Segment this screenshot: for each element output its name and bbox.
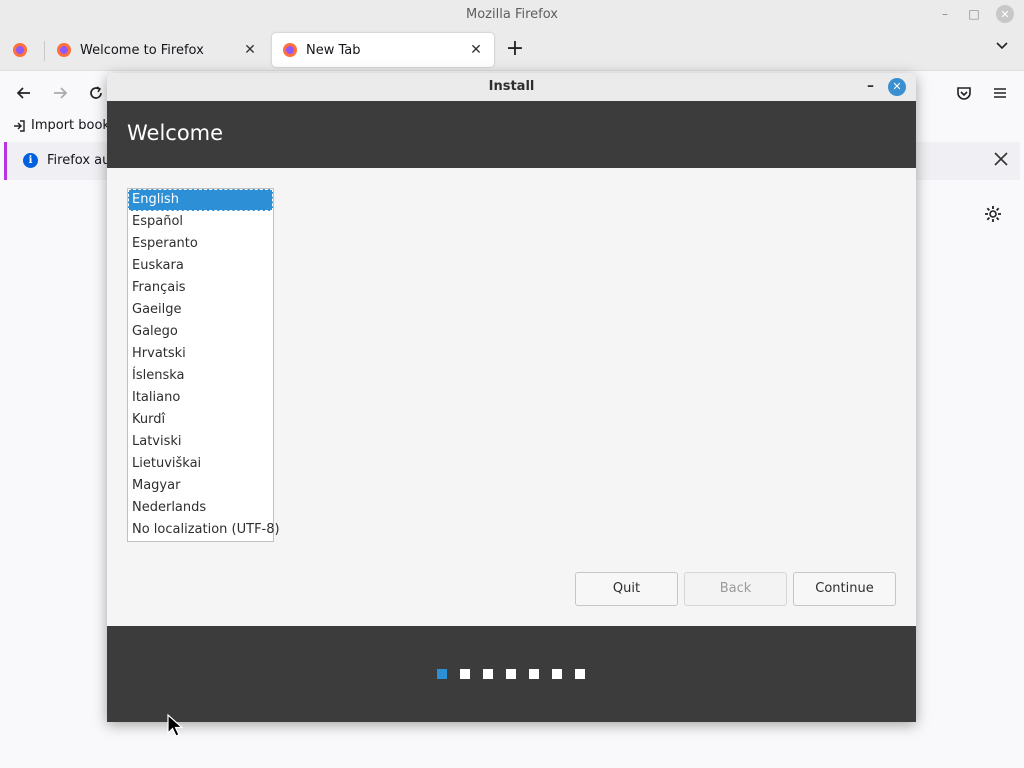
language-item[interactable]: Latviski: [128, 431, 273, 453]
maximize-button[interactable]: □: [965, 5, 983, 23]
language-item[interactable]: Español: [128, 211, 273, 233]
pocket-button[interactable]: [952, 81, 976, 105]
firefox-icon: [13, 43, 27, 57]
back-nav-button[interactable]: [12, 81, 36, 105]
window-title: Mozilla Firefox: [466, 7, 558, 22]
dialog-minimize-button[interactable]: –: [867, 73, 874, 101]
dialog-header: Welcome: [107, 101, 916, 168]
reload-button[interactable]: [84, 81, 108, 105]
close-tab-icon[interactable]: ✕: [242, 42, 258, 58]
language-list[interactable]: English Español Esperanto Euskara Français Ga…: [127, 188, 280, 542]
new-tab-button[interactable]: +: [502, 37, 528, 63]
hamburger-menu-icon: [994, 88, 1006, 98]
close-tab-icon[interactable]: ✕: [468, 42, 484, 58]
close-icon: [994, 152, 1008, 166]
tab-label: New Tab: [306, 42, 361, 58]
language-item[interactable]: Lietuviškai: [128, 453, 273, 475]
language-item[interactable]: No localization (UTF-8): [128, 519, 280, 541]
progress-step-dot: [552, 669, 562, 679]
firefox-icon: [283, 43, 297, 57]
language-item[interactable]: Kurdî: [128, 409, 273, 431]
progress-step-dot: [460, 669, 470, 679]
import-bookmarks-label: Import book: [31, 118, 110, 133]
forward-nav-button[interactable]: [48, 81, 72, 105]
dialog-title: Install: [488, 79, 535, 94]
chevron-down-icon: [996, 42, 1008, 50]
progress-steps: [437, 669, 598, 679]
arrow-left-icon: [16, 87, 30, 99]
tab-label: Welcome to Firefox: [80, 42, 204, 58]
dialog-titlebar: Install – ✕: [107, 73, 916, 101]
arrow-right-icon: [54, 87, 68, 99]
close-window-button[interactable]: ✕: [996, 5, 1014, 23]
dialog-close-button[interactable]: ✕: [888, 78, 906, 96]
language-item[interactable]: Nederlands: [128, 497, 273, 519]
page-title: Welcome: [127, 121, 224, 145]
language-item[interactable]: Hrvatski: [128, 343, 273, 365]
progress-step-dot: [483, 669, 493, 679]
language-item[interactable]: Magyar: [128, 475, 273, 497]
reload-icon: [90, 86, 102, 99]
tab-welcome[interactable]: Welcome to Firefox ✕: [46, 33, 268, 67]
language-item[interactable]: Esperanto: [128, 233, 273, 255]
language-item[interactable]: Euskara: [128, 255, 273, 277]
window-titlebar: Mozilla Firefox – □ ✕: [0, 0, 1024, 29]
progress-step-dot: [506, 669, 516, 679]
tab-new-tab[interactable]: New Tab ✕: [272, 33, 494, 67]
continue-button[interactable]: Continue: [793, 572, 896, 606]
progress-step-dot: [437, 669, 447, 679]
gear-icon: [985, 206, 1001, 222]
language-item[interactable]: Galego: [128, 321, 273, 343]
firefox-icon: [57, 43, 71, 57]
pinned-tab-firefox[interactable]: [4, 33, 36, 67]
notification-text: Firefox au: [47, 153, 111, 168]
back-button[interactable]: Back: [684, 572, 787, 606]
tab-separator: [44, 41, 45, 61]
info-icon: i: [23, 153, 38, 168]
list-all-tabs-button[interactable]: [992, 39, 1012, 59]
progress-step-dot: [529, 669, 539, 679]
close-notification-button[interactable]: [994, 150, 1008, 171]
progress-step-dot: [575, 669, 585, 679]
app-menu-button[interactable]: [988, 81, 1012, 105]
language-item[interactable]: Gaeilge: [128, 299, 273, 321]
import-icon: [14, 119, 25, 132]
dialog-footer: [107, 626, 916, 722]
customize-newtab-button[interactable]: [983, 204, 1003, 229]
mouse-cursor-icon: [167, 714, 184, 737]
tab-bar: Welcome to Firefox ✕ New Tab ✕ +: [0, 29, 1024, 70]
language-item[interactable]: Italiano: [128, 387, 273, 409]
language-item[interactable]: Français: [128, 277, 273, 299]
install-dialog: Install – ✕ Welcome English Español Espera…: [107, 73, 916, 722]
quit-button[interactable]: Quit: [575, 572, 678, 606]
minimize-button[interactable]: –: [936, 5, 954, 23]
language-item[interactable]: English: [128, 189, 273, 211]
language-item[interactable]: Íslenska: [128, 365, 273, 387]
pocket-icon: [957, 87, 971, 100]
import-bookmarks-item[interactable]: Import book: [12, 118, 110, 133]
